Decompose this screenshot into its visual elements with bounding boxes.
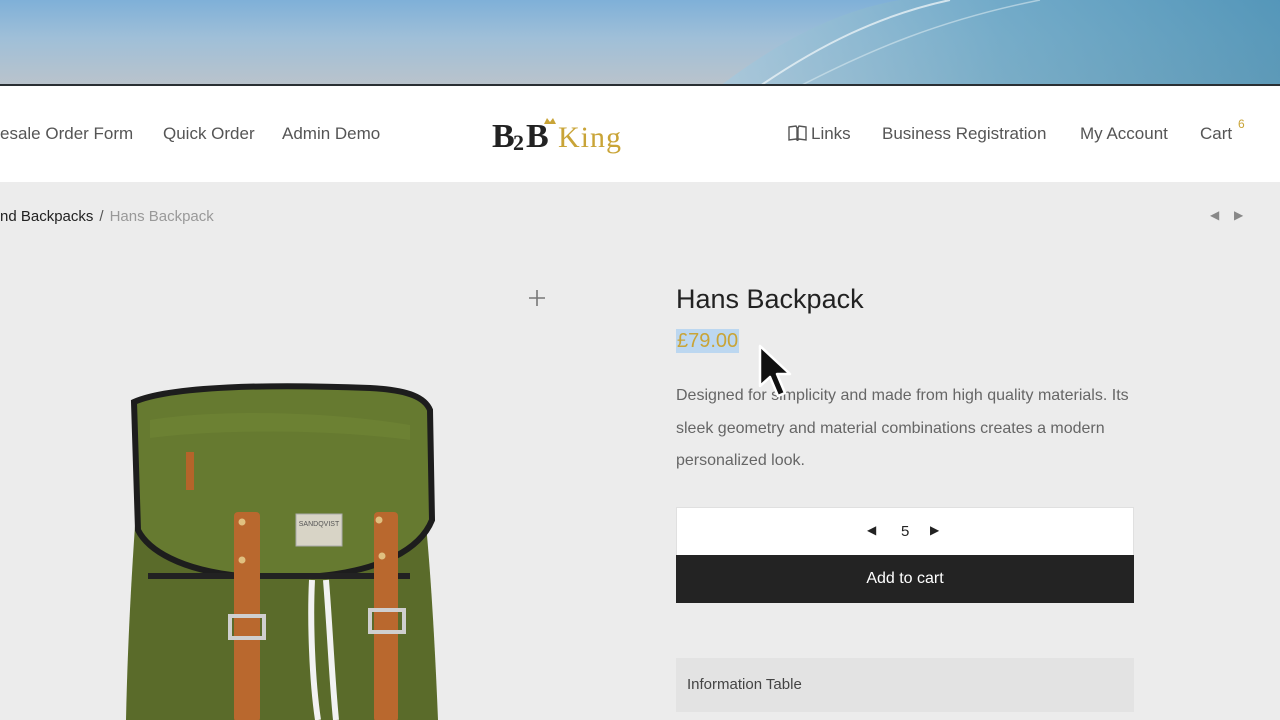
product-description: Designed for simplicity and made from hi… bbox=[676, 387, 1129, 469]
nav-cart[interactable]: Cart bbox=[1200, 124, 1232, 144]
breadcrumb: nd Backpacks / Hans Backpack bbox=[0, 208, 214, 225]
nav-admin-demo[interactable]: Admin Demo bbox=[282, 124, 380, 144]
plus-icon[interactable] bbox=[527, 288, 547, 308]
product-image: SANDQVIST bbox=[126, 383, 438, 720]
nav-quick-order[interactable]: Quick Order bbox=[163, 124, 255, 144]
logo-king: King bbox=[558, 121, 622, 154]
hero-banner bbox=[0, 0, 1280, 86]
breadcrumb-separator: / bbox=[99, 208, 104, 225]
product-price: £79.00 bbox=[676, 329, 740, 353]
quantity-increase-button[interactable]: ▶ bbox=[930, 523, 939, 537]
book-icon bbox=[788, 125, 807, 142]
b2bking-logo[interactable]: B 2 B King bbox=[492, 116, 652, 156]
next-arrow-icon[interactable]: ▶ bbox=[1234, 208, 1243, 222]
information-table-tab[interactable]: Information Table bbox=[676, 658, 1134, 712]
breadcrumb-current: Hans Backpack bbox=[109, 208, 214, 225]
nav-links-label: Links bbox=[811, 124, 851, 143]
quantity-value[interactable]: 5 bbox=[901, 523, 909, 540]
cart-count-badge: 6 bbox=[1238, 117, 1245, 131]
nav-business-registration[interactable]: Business Registration bbox=[882, 124, 1046, 144]
banner-wave-graphic bbox=[722, 0, 1280, 84]
quantity-stepper: ◀ 5 ▶ bbox=[676, 507, 1134, 555]
nav-links[interactable]: Links bbox=[788, 124, 851, 144]
mouse-pointer-icon bbox=[758, 344, 792, 398]
prev-arrow-icon[interactable]: ◀ bbox=[1210, 208, 1219, 222]
product-title: Hans Backpack bbox=[676, 284, 864, 314]
site-navbar: esale Order Form Quick Order Admin Demo … bbox=[0, 86, 1280, 182]
logo-b1: B bbox=[492, 118, 515, 155]
quantity-decrease-button[interactable]: ◀ bbox=[867, 523, 876, 537]
nav-wholesale-order-form[interactable]: esale Order Form bbox=[0, 124, 133, 144]
breadcrumb-parent[interactable]: nd Backpacks bbox=[0, 208, 93, 225]
nav-my-account[interactable]: My Account bbox=[1080, 124, 1168, 144]
product-label-text: SANDQVIST bbox=[299, 521, 340, 528]
add-to-cart-button[interactable]: Add to cart bbox=[676, 555, 1134, 603]
logo-2: 2 bbox=[513, 130, 524, 155]
